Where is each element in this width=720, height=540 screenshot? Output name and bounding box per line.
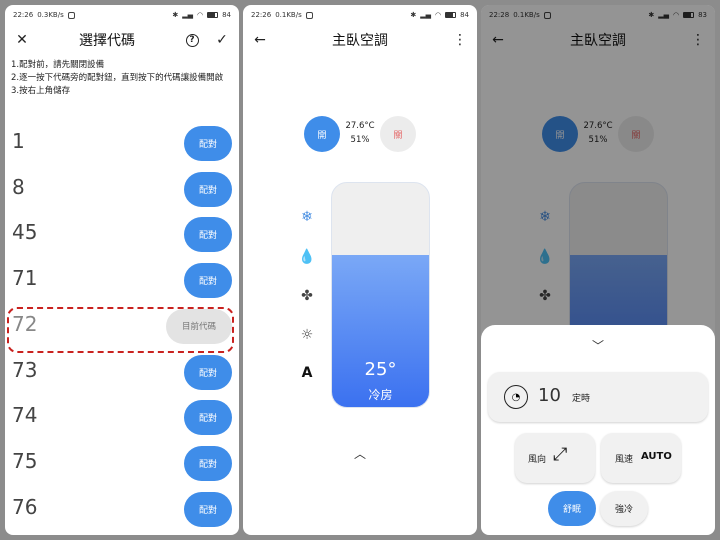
mode-label: 冷房	[368, 388, 393, 402]
instruction-line: 2.逐一按下代碼旁的配對鈕，直到按下的代碼讓設備開啟	[11, 73, 224, 83]
code-row: 71 配對	[5, 258, 239, 304]
room-temperature: 27.6°C	[345, 121, 375, 131]
code-number: 76	[12, 494, 38, 519]
battery-icon	[445, 12, 457, 18]
code-number: 75	[12, 448, 38, 473]
instructions: 1.配對前，請先關閉設備 2.逐一按下代碼旁的配對鈕，直到按下的代碼讓設備開啟 …	[5, 55, 239, 104]
code-row: 1 配對	[5, 121, 239, 167]
pair-button[interactable]: 配對	[184, 445, 232, 481]
code-row: 45 配對	[5, 212, 239, 258]
bluetooth-icon: ✱	[410, 11, 417, 19]
ac-control-screen: 22:26 0.1KB/s ✱ ▂▄ ◠ 84 ← 主臥空調 ⋮ 開 27.6°…	[243, 5, 477, 535]
code-number: 74	[12, 403, 38, 428]
code-row: 74 配對	[5, 395, 239, 441]
status-time: 22:26	[251, 11, 272, 19]
instruction-line: 3.按右上角儲存	[11, 86, 71, 96]
wifi-icon: ◠	[434, 11, 442, 19]
power-off-button[interactable]: 關	[380, 116, 416, 152]
close-icon[interactable]: ✕	[11, 29, 33, 51]
code-row: 73 配對	[5, 350, 239, 396]
ac-settings-screen: 22:28 0.1KB/s ✱ ▂▄ ◠ 83 ← 主臥空調 ⋮ 開 27.6°…	[481, 5, 715, 535]
pair-button[interactable]: 配對	[184, 400, 232, 436]
code-number: 8	[12, 174, 25, 199]
fan-speed-label: 風速	[615, 455, 634, 465]
current-code-button[interactable]: 目前代碼	[166, 308, 232, 344]
back-arrow-icon[interactable]: ←	[249, 29, 271, 51]
pair-button[interactable]: 配對	[184, 263, 232, 299]
fan-speed-value: AUTO	[641, 451, 672, 462]
chevron-down-icon[interactable]: ﹀	[592, 337, 604, 354]
signal-icon: ▂▄	[182, 11, 193, 19]
bluetooth-icon: ✱	[172, 11, 179, 19]
fan-mode-icon[interactable]: ✤	[297, 286, 317, 306]
code-number: 45	[12, 220, 38, 245]
code-select-screen: 22:26 0.3KB/s ✱ ▂▄ ◠ 84 ✕ 選擇代碼 ? ✓ 1.配對前…	[5, 5, 239, 535]
fan-speed-button[interactable]: 風速 AUTO	[601, 433, 681, 483]
room-humidity: 51%	[350, 135, 370, 145]
wifi-icon: ◠	[196, 11, 204, 19]
sleep-mode-button[interactable]: 舒眠	[548, 491, 596, 526]
pair-button[interactable]: 配對	[184, 126, 232, 161]
clock-icon: ◔	[504, 385, 528, 409]
battery-icon	[207, 12, 219, 18]
check-icon[interactable]: ✓	[211, 29, 233, 51]
code-row: 8 配對	[5, 167, 239, 213]
turbo-cool-button[interactable]: 強冷	[600, 491, 648, 526]
code-number: 71	[12, 266, 38, 291]
pair-button[interactable]: 配對	[184, 491, 232, 527]
pair-button[interactable]: 配對	[184, 217, 232, 253]
temperature-slider[interactable]: 25° 冷房	[331, 182, 430, 408]
swing-button[interactable]: 風向 ⤢	[515, 433, 595, 483]
top-app-bar: ✕ 選擇代碼 ? ✓	[5, 25, 239, 55]
code-number: 1	[12, 129, 25, 153]
status-bar: 22:26 0.1KB/s ✱ ▂▄ ◠ 84	[243, 5, 477, 25]
timer-card[interactable]: ◔ 10 定時	[488, 372, 708, 422]
room-readout: 27.6°C 51%	[340, 119, 380, 147]
chevron-up-icon[interactable]: ︿	[354, 445, 366, 462]
temperature-level	[332, 254, 429, 407]
code-number: 72	[12, 311, 38, 336]
dry-mode-icon[interactable]: 💧	[297, 247, 317, 267]
code-row: 76 配對	[5, 487, 239, 533]
pair-button[interactable]: 配對	[184, 354, 232, 390]
timer-label: 定時	[572, 394, 591, 404]
code-number: 73	[12, 357, 38, 382]
heat-mode-icon[interactable]: ☼	[297, 325, 317, 345]
power-on-button[interactable]: 開	[304, 116, 340, 152]
cool-mode-icon[interactable]: ❄	[297, 207, 317, 227]
status-time: 22:26	[13, 11, 34, 19]
pair-button[interactable]: 配對	[184, 171, 232, 207]
page-title: 主臥空調	[332, 33, 388, 49]
help-button[interactable]: ?	[181, 29, 203, 51]
code-row: 72 目前代碼	[5, 304, 239, 353]
timer-value: 10	[538, 385, 561, 406]
alarm-icon	[305, 11, 313, 19]
more-vert-icon[interactable]: ⋮	[449, 29, 471, 51]
help-icon: ?	[185, 33, 199, 47]
signal-icon: ▂▄	[420, 11, 431, 19]
status-bar: 22:26 0.3KB/s ✱ ▂▄ ◠ 84	[5, 5, 239, 25]
alarm-icon	[67, 11, 75, 19]
battery-level: 84	[222, 11, 231, 19]
instruction-line: 1.配對前，請先關閉設備	[11, 60, 105, 70]
page-title: 選擇代碼	[79, 33, 135, 49]
swing-label: 風向	[528, 455, 547, 465]
code-row: 75 配對	[5, 441, 239, 487]
status-speed: 0.1KB/s	[275, 11, 302, 19]
auto-mode-icon[interactable]: A	[297, 363, 317, 383]
settings-bottom-sheet: ﹀ ◔ 10 定時 風向 ⤢ 風速 AUTO 舒眠 強冷	[481, 325, 715, 535]
set-temperature: 25°	[364, 359, 397, 380]
status-speed: 0.3KB/s	[37, 11, 64, 19]
swing-icon: ⤢	[553, 444, 568, 465]
battery-level: 84	[460, 11, 469, 19]
top-app-bar: ← 主臥空調 ⋮	[243, 25, 477, 55]
